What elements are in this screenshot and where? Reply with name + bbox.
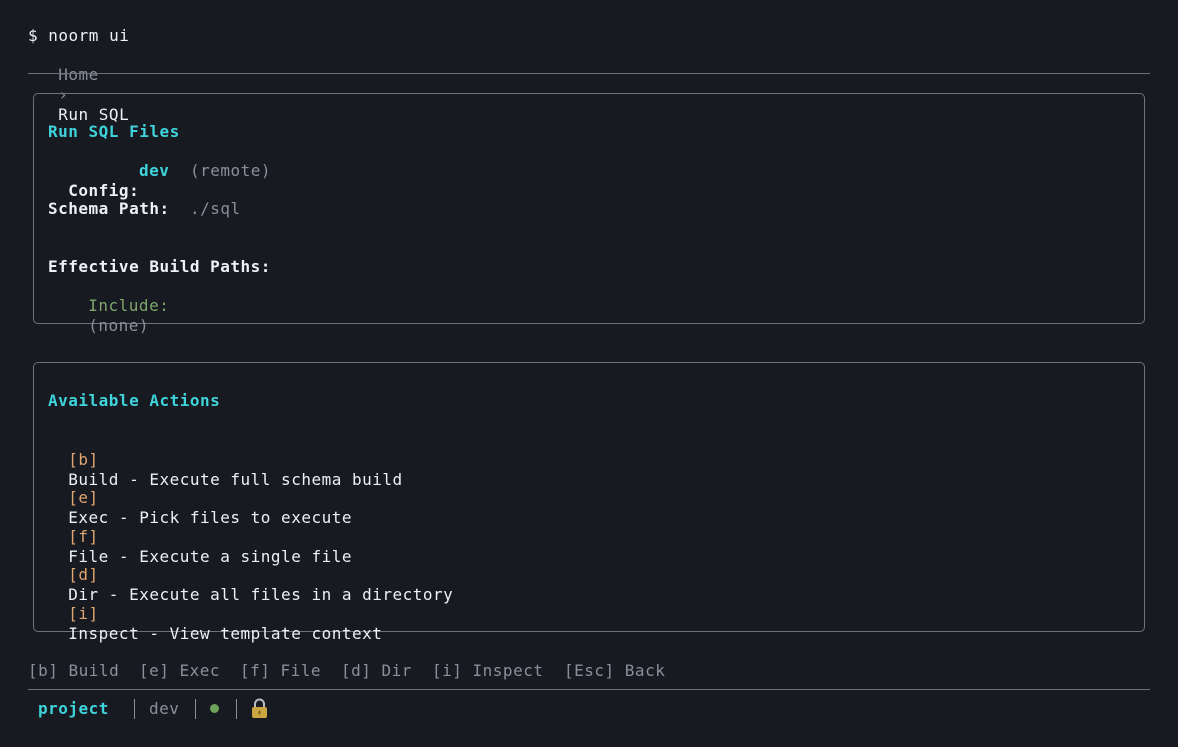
shortcut-dir[interactable]: [d] Dir (341, 661, 412, 681)
schema-path-label: Schema Path: (48, 199, 170, 218)
action-key: [i] (68, 604, 99, 623)
action-key: [d] (68, 565, 99, 584)
action-text: Inspect - View template context (68, 624, 383, 643)
status-config: dev (149, 699, 180, 718)
info-panel-title: Run SQL Files (48, 122, 180, 141)
status-separator (195, 699, 196, 719)
command-prompt: $ noorm ui (28, 26, 130, 45)
actions-panel-title: Available Actions (48, 391, 221, 410)
status-separator (236, 699, 237, 719)
config-row: Config: (48, 161, 139, 201)
shortcut-exec[interactable]: [e] Exec (139, 661, 220, 681)
config-note: (remote) (190, 161, 272, 180)
header-divider (28, 73, 1150, 74)
shortcut-inspect[interactable]: [i] Inspect (432, 661, 543, 681)
status-project: project (38, 699, 109, 718)
action-key: [e] (68, 488, 99, 507)
include-row: Include: (none) (68, 276, 169, 336)
config-label: Config: (68, 181, 140, 200)
build-paths-label: Effective Build Paths: (48, 257, 271, 276)
footer-divider (28, 689, 1150, 690)
shortcut-build[interactable]: [b] Build (28, 661, 119, 681)
shortcut-file[interactable]: [f] File (240, 661, 321, 681)
config-value: dev (139, 161, 170, 180)
breadcrumb-home[interactable]: Home (58, 65, 99, 84)
action-item-inspect[interactable]: [i] Inspect - View template context (48, 584, 382, 644)
lock-icon (252, 698, 267, 718)
action-key: [f] (68, 527, 99, 546)
shortcut-back[interactable]: [Esc] Back (564, 661, 665, 681)
action-key: [b] (68, 450, 99, 469)
status-separator (134, 699, 135, 719)
include-label: Include: (88, 296, 170, 315)
connection-status-dot-icon (210, 704, 219, 713)
schema-path-value: ./sql (190, 199, 241, 218)
include-value: (none) (88, 316, 150, 335)
